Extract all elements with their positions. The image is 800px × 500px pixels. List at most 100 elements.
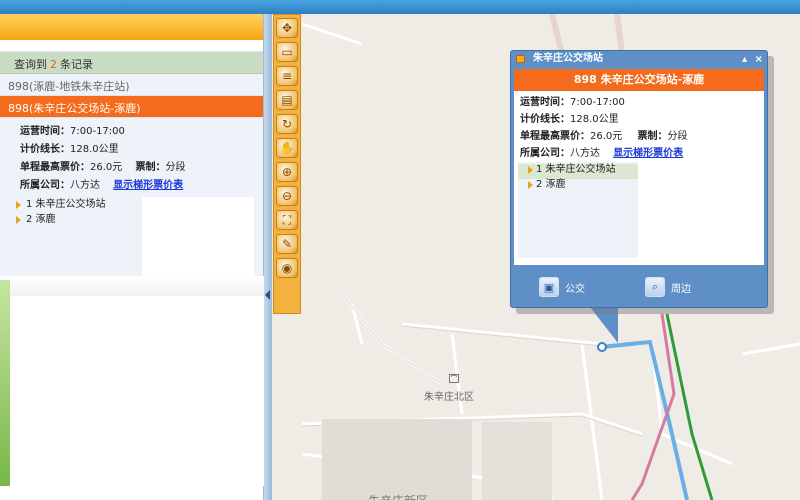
road	[401, 322, 603, 346]
stop-label: 2 涿鹿	[536, 179, 566, 190]
fare-type-value: 分段	[165, 162, 186, 173]
route-detail: 运营时间：7:00-17:00 计价线长：128.0公里 单程最高票价：26.0…	[0, 118, 263, 197]
zoom-in-icon[interactable]: ⊕	[276, 162, 298, 182]
hours-label: 运营时间：	[20, 126, 70, 137]
panel-splitter[interactable]	[264, 14, 272, 500]
bus-button-label: 公交	[565, 283, 585, 295]
zoom-out-icon[interactable]: ⊖	[276, 186, 298, 206]
max-fare-label: 单程最高票价：	[20, 162, 90, 173]
nearby-button[interactable]: ⌕ 周边	[645, 277, 691, 297]
collapse-arrow-icon[interactable]	[265, 290, 270, 300]
company-value: 八方达	[570, 148, 600, 159]
left-panel-footer	[0, 276, 264, 296]
hours-value: 7:00-17:00	[70, 126, 125, 137]
subway-green-line	[665, 313, 714, 500]
hours-label: 运营时间：	[520, 97, 570, 108]
popup-route-detail: 运营时间：7:00-17:00 计价线长：128.0公里 单程最高票价：26.0…	[514, 91, 764, 162]
detail-company: 所属公司：八方达 显示梯形票价表	[20, 177, 263, 195]
popup-length: 计价线长：128.0公里	[520, 111, 764, 128]
rail-line	[614, 14, 625, 55]
detail-length: 计价线长：128.0公里	[20, 141, 263, 159]
top-strip	[0, 0, 800, 14]
popup-company: 所属公司：八方达 显示梯形票价表	[520, 145, 764, 162]
bus-button[interactable]: ▣ 公交	[539, 277, 585, 297]
length-value: 128.0公里	[70, 144, 119, 155]
result-count: 2	[50, 58, 57, 71]
print-icon[interactable]: ▤	[276, 90, 298, 110]
result-prefix: 查询到	[14, 58, 47, 71]
fare-type-label: 票制：	[135, 162, 166, 173]
ruler-icon[interactable]: ▭	[276, 42, 298, 62]
expand-triangle-icon	[528, 181, 533, 189]
stop-label: 1 朱辛庄公交场站	[26, 199, 106, 210]
popup-stop-item-1[interactable]: 1 朱辛庄公交场站	[518, 162, 760, 177]
route-item-1[interactable]: 898(涿鹿-地铁朱辛庄站)	[0, 74, 263, 96]
company-label: 所属公司：	[520, 148, 570, 159]
fare-table-link[interactable]: 显示梯形票价表	[613, 148, 683, 159]
company-label: 所属公司：	[20, 180, 70, 191]
detail-hours: 运营时间：7:00-17:00	[20, 123, 263, 141]
road	[741, 342, 800, 356]
result-count-bar: 查询到 2 条记录	[0, 52, 263, 74]
popup-hours: 运营时间：7:00-17:00	[520, 94, 764, 111]
road-outline	[341, 293, 443, 385]
popup-stop-list: 1 朱辛庄公交场站 2 涿鹿	[518, 162, 762, 258]
map-toolbar: ✥ ▭ ≡ ▤ ↻ ✋ ⊕ ⊖ ⛶ ✎ ◉	[273, 14, 301, 314]
road	[302, 22, 363, 46]
hours-value: 7:00-17:00	[570, 97, 625, 108]
fare-type-value: 分段	[667, 131, 688, 142]
rail-line	[549, 14, 565, 55]
road	[340, 293, 443, 386]
detail-fare: 单程最高票价：26.0元 票制：分段	[20, 159, 263, 177]
fare-type-label: 票制：	[637, 131, 668, 142]
popup-fare: 单程最高票价：26.0元 票制：分段	[520, 128, 764, 145]
hand-icon[interactable]: ✋	[276, 138, 298, 158]
popup-stop-item-2[interactable]: 2 涿鹿	[518, 177, 760, 192]
close-icon[interactable]: ×	[755, 54, 763, 65]
length-label: 计价线长：	[520, 114, 570, 125]
popup-title-bar: 朱辛庄公交场站 ▴ ×	[511, 51, 767, 67]
popup-body: 898 朱辛庄公交场站-涿鹿 运营时间：7:00-17:00 计价线长：128.…	[514, 69, 764, 265]
map-label-poi: 朱辛庄北区	[424, 392, 474, 403]
road-outline	[401, 325, 603, 347]
stop-item-1[interactable]: 1 朱辛庄公交场站	[0, 197, 263, 212]
building-block	[482, 422, 552, 500]
max-fare-value: 26.0元	[590, 131, 623, 142]
minimize-icon[interactable]: ▴	[742, 54, 747, 65]
map-label-bottom: 朱辛庄新区	[368, 492, 428, 500]
max-fare-value: 26.0元	[90, 162, 123, 173]
popup-pointer	[590, 307, 618, 343]
marker-icon[interactable]: ✎	[276, 234, 298, 254]
popup-route-title: 898 朱辛庄公交场站-涿鹿	[514, 69, 764, 91]
left-green-strip	[0, 280, 10, 486]
fare-table-link[interactable]: 显示梯形票价表	[113, 180, 183, 191]
max-fare-label: 单程最高票价：	[520, 131, 590, 142]
fullscreen-icon[interactable]: ⛶	[276, 210, 298, 230]
stop-label: 2 涿鹿	[26, 214, 56, 225]
route-item-2-selected[interactable]: 898(朱辛庄公交场站-涿鹿)	[0, 96, 263, 118]
stop-info-popup: 朱辛庄公交场站 ▴ × 898 朱辛庄公交场站-涿鹿 运营时间：7:00-17:…	[510, 50, 768, 308]
road	[350, 303, 364, 345]
popup-title: 朱辛庄公交场站	[533, 53, 603, 64]
left-panel-header	[0, 14, 263, 40]
expand-triangle-icon	[528, 166, 533, 174]
bus-stop-icon	[516, 55, 525, 63]
company-value: 八方达	[70, 180, 100, 191]
stop-label: 1 朱辛庄公交场站	[536, 164, 616, 175]
residential-poi-icon[interactable]: 宀	[449, 374, 459, 383]
building-block	[322, 419, 472, 500]
length-label: 计价线长：	[20, 144, 70, 155]
bus-stop-marker	[597, 342, 607, 352]
stop-item-2[interactable]: 2 涿鹿	[0, 212, 263, 227]
pan-icon[interactable]: ✥	[276, 18, 298, 38]
refresh-icon[interactable]: ↻	[276, 114, 298, 134]
layer-icon[interactable]: ≡	[276, 66, 298, 86]
expand-triangle-icon	[16, 216, 21, 224]
locate-icon[interactable]: ◉	[276, 258, 298, 278]
popup-title-controls: ▴ ×	[738, 52, 763, 68]
left-panel-header-bottom	[0, 40, 263, 52]
stop-list: 1 朱辛庄公交场站 2 涿鹿	[0, 197, 263, 283]
length-value: 128.0公里	[570, 114, 619, 125]
magnifier-icon: ⌕	[645, 277, 665, 297]
result-suffix: 条记录	[60, 58, 93, 71]
